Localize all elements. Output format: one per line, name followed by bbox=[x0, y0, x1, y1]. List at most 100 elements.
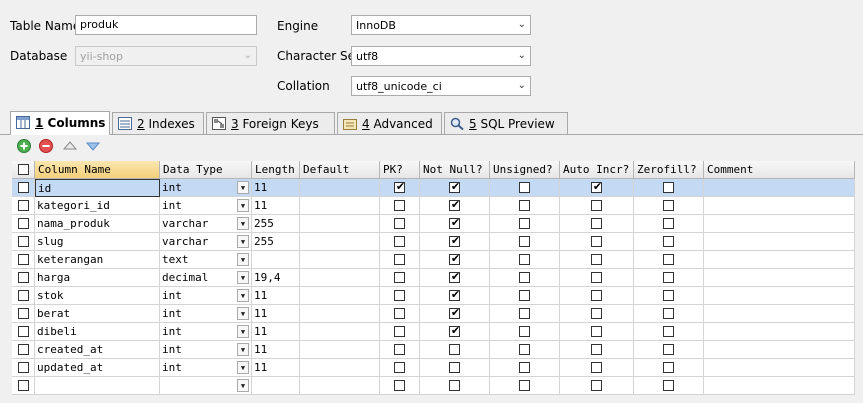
column-name-cell[interactable]: kategori_id bbox=[35, 197, 160, 215]
notnull-checkbox[interactable] bbox=[449, 380, 460, 391]
row-select-checkbox[interactable] bbox=[18, 254, 29, 265]
length-cell[interactable]: 11 bbox=[252, 197, 300, 215]
delete-column-icon[interactable] bbox=[38, 138, 54, 154]
pk-checkbox[interactable] bbox=[394, 254, 405, 265]
unsigned-checkbox[interactable] bbox=[519, 236, 530, 247]
length-cell[interactable]: 255 bbox=[252, 215, 300, 233]
default-cell[interactable] bbox=[300, 341, 380, 359]
dropdown-arrow-icon[interactable]: ▼ bbox=[237, 379, 249, 392]
table-row[interactable]: dibeli int ▼ 11 ✔ bbox=[12, 323, 855, 341]
unsigned-checkbox[interactable] bbox=[519, 326, 530, 337]
notnull-checkbox[interactable] bbox=[449, 344, 460, 355]
comment-cell[interactable] bbox=[704, 179, 855, 197]
move-up-icon[interactable] bbox=[62, 138, 78, 154]
tab-advanced[interactable]: 4 Advanced bbox=[337, 112, 442, 134]
length-cell[interactable]: 11 bbox=[252, 287, 300, 305]
pk-checkbox[interactable] bbox=[394, 326, 405, 337]
comment-cell[interactable] bbox=[704, 287, 855, 305]
dropdown-arrow-icon[interactable]: ▼ bbox=[237, 235, 249, 248]
row-select-checkbox[interactable] bbox=[18, 200, 29, 211]
default-cell[interactable] bbox=[300, 323, 380, 341]
default-cell[interactable] bbox=[300, 197, 380, 215]
length-cell[interactable]: 11 bbox=[252, 323, 300, 341]
data-type-cell[interactable]: int ▼ bbox=[160, 287, 252, 305]
hdr-select[interactable] bbox=[12, 161, 35, 179]
column-name-cell[interactable]: harga bbox=[35, 269, 160, 287]
unsigned-checkbox[interactable] bbox=[519, 308, 530, 319]
charset-select[interactable]: utf8 ⌄ bbox=[351, 46, 531, 66]
pk-checkbox[interactable] bbox=[394, 200, 405, 211]
row-select-checkbox[interactable] bbox=[18, 380, 29, 391]
notnull-checkbox[interactable]: ✔ bbox=[449, 324, 460, 337]
pk-checkbox[interactable] bbox=[394, 272, 405, 283]
autoinc-checkbox[interactable] bbox=[591, 236, 602, 247]
notnull-checkbox[interactable]: ✔ bbox=[449, 270, 460, 283]
engine-select[interactable]: InnoDB ⌄ bbox=[351, 15, 531, 35]
length-cell[interactable]: 255 bbox=[252, 233, 300, 251]
row-select-checkbox[interactable] bbox=[18, 272, 29, 283]
hdr-not-null[interactable]: Not Null? bbox=[420, 161, 490, 179]
comment-cell[interactable] bbox=[704, 269, 855, 287]
row-select-checkbox[interactable] bbox=[18, 236, 29, 247]
autoinc-checkbox[interactable] bbox=[591, 380, 602, 391]
table-row[interactable]: slug varchar ▼ 255 ✔ bbox=[12, 233, 855, 251]
table-row[interactable]: kategori_id int ▼ 11 ✔ bbox=[12, 197, 855, 215]
hdr-length[interactable]: Length bbox=[252, 161, 300, 179]
default-cell[interactable] bbox=[300, 233, 380, 251]
pk-checkbox[interactable] bbox=[394, 308, 405, 319]
notnull-checkbox[interactable]: ✔ bbox=[449, 180, 460, 193]
move-down-icon[interactable] bbox=[85, 138, 101, 154]
pk-checkbox[interactable] bbox=[394, 380, 405, 391]
comment-cell[interactable] bbox=[704, 323, 855, 341]
tab-indexes[interactable]: 2 Indexes bbox=[112, 112, 204, 134]
zerofill-checkbox[interactable] bbox=[663, 236, 674, 247]
unsigned-checkbox[interactable] bbox=[519, 218, 530, 229]
autoinc-checkbox[interactable] bbox=[591, 326, 602, 337]
table-row[interactable]: berat int ▼ 11 ✔ bbox=[12, 305, 855, 323]
notnull-checkbox[interactable]: ✔ bbox=[449, 252, 460, 265]
pk-checkbox[interactable] bbox=[394, 218, 405, 229]
length-cell[interactable]: 19,4 bbox=[252, 269, 300, 287]
table-row[interactable]: created_at int ▼ 11 bbox=[12, 341, 855, 359]
comment-cell[interactable] bbox=[704, 197, 855, 215]
pk-checkbox[interactable] bbox=[394, 362, 405, 373]
notnull-checkbox[interactable]: ✔ bbox=[449, 288, 460, 301]
column-name-cell[interactable]: updated_at bbox=[35, 359, 160, 377]
unsigned-checkbox[interactable] bbox=[519, 380, 530, 391]
table-row[interactable]: keterangan text ▼ ✔ bbox=[12, 251, 855, 269]
pk-checkbox[interactable] bbox=[394, 236, 405, 247]
zerofill-checkbox[interactable] bbox=[663, 344, 674, 355]
zerofill-checkbox[interactable] bbox=[663, 200, 674, 211]
autoinc-checkbox[interactable] bbox=[591, 290, 602, 301]
data-type-cell[interactable]: int ▼ bbox=[160, 341, 252, 359]
data-type-cell[interactable]: int ▼ bbox=[160, 323, 252, 341]
dropdown-arrow-icon[interactable]: ▼ bbox=[237, 307, 249, 320]
notnull-checkbox[interactable] bbox=[449, 362, 460, 373]
data-type-cell[interactable]: ▼ bbox=[160, 377, 252, 395]
comment-cell[interactable] bbox=[704, 341, 855, 359]
hdr-comment[interactable]: Comment bbox=[704, 161, 855, 179]
unsigned-checkbox[interactable] bbox=[519, 272, 530, 283]
column-name-cell[interactable]: dibeli bbox=[35, 323, 160, 341]
hdr-pk[interactable]: PK? bbox=[380, 161, 420, 179]
pk-checkbox[interactable] bbox=[394, 344, 405, 355]
length-cell[interactable]: 11 bbox=[252, 179, 300, 197]
zerofill-checkbox[interactable] bbox=[663, 218, 674, 229]
dropdown-arrow-icon[interactable]: ▼ bbox=[237, 217, 249, 230]
notnull-checkbox[interactable]: ✔ bbox=[449, 234, 460, 247]
column-name-cell[interactable]: id bbox=[35, 179, 160, 197]
comment-cell[interactable] bbox=[704, 305, 855, 323]
default-cell[interactable] bbox=[300, 305, 380, 323]
autoinc-checkbox[interactable]: ✔ bbox=[591, 180, 602, 193]
data-type-cell[interactable]: decimal ▼ bbox=[160, 269, 252, 287]
zerofill-checkbox[interactable] bbox=[663, 308, 674, 319]
default-cell[interactable] bbox=[300, 287, 380, 305]
default-cell[interactable] bbox=[300, 269, 380, 287]
unsigned-checkbox[interactable] bbox=[519, 290, 530, 301]
table-row[interactable]: harga decimal ▼ 19,4 ✔ bbox=[12, 269, 855, 287]
hdr-auto-incr[interactable]: Auto Incr? bbox=[560, 161, 634, 179]
table-name-input[interactable]: produk bbox=[75, 15, 257, 35]
hdr-default[interactable]: Default bbox=[300, 161, 380, 179]
zerofill-checkbox[interactable] bbox=[663, 254, 674, 265]
table-row[interactable]: id int ▼ 11 ✔ ✔ ✔ bbox=[12, 179, 855, 197]
